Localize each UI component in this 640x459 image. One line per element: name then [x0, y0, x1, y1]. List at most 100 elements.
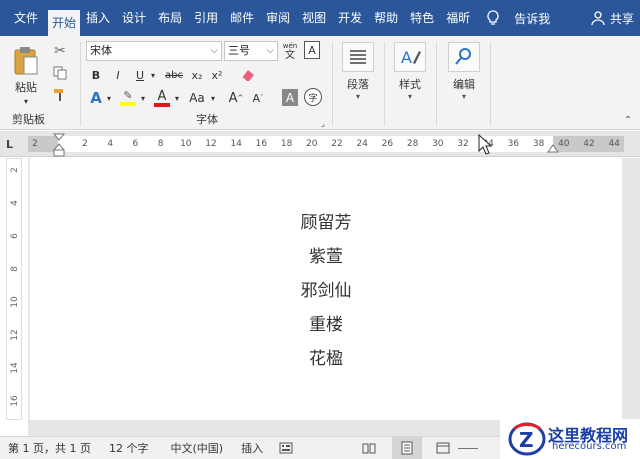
format-painter-button[interactable] — [50, 86, 70, 104]
chevron-down-icon: ▾ — [355, 92, 360, 101]
tab-view[interactable]: 视图 — [296, 0, 332, 36]
ruler-number: 28 — [406, 139, 419, 149]
strikethrough-button[interactable]: abc — [162, 66, 186, 84]
text-effects-icon: A — [90, 89, 102, 107]
char-border-button[interactable]: A — [304, 41, 320, 59]
tab-design[interactable]: 设计 — [116, 0, 152, 36]
document-line[interactable]: 邪剑仙 — [30, 276, 622, 301]
tab-selector-icon[interactable]: L — [6, 138, 18, 151]
paragraph-button[interactable]: 段落 ▾ — [334, 38, 382, 114]
group-divider — [384, 42, 385, 126]
tab-help[interactable]: 帮助 — [368, 0, 404, 36]
font-size-select[interactable]: 三号 ⌵ — [224, 41, 278, 61]
tab-references[interactable]: 引用 — [188, 0, 224, 36]
chevron-down-icon: ▾ — [407, 92, 412, 101]
enclose-char-button[interactable]: 字 — [304, 88, 322, 106]
text-effects-button[interactable]: A — [88, 88, 104, 108]
person-icon — [591, 11, 605, 26]
web-layout-icon[interactable] — [436, 441, 450, 455]
site-url: herecours.com — [552, 441, 627, 452]
paste-button[interactable]: 粘贴 ▾ — [8, 42, 44, 108]
right-indent-marker-icon[interactable] — [547, 143, 559, 153]
share-button[interactable]: 共享 — [590, 10, 640, 27]
site-watermark: Z 这里教程网 herecours.com — [500, 419, 640, 459]
ruler-number: 32 — [457, 139, 469, 149]
tell-me-box[interactable]: 告诉我 — [486, 0, 550, 36]
ruler-number: 42 — [583, 139, 595, 149]
chevron-down-icon[interactable]: ▾ — [148, 66, 158, 84]
tab-home[interactable]: 开始 — [48, 10, 81, 36]
site-logo-icon: Z — [508, 422, 546, 456]
char-shading-button[interactable]: A — [282, 89, 298, 106]
shrink-font-glyph: A — [252, 91, 261, 105]
group-divider — [332, 42, 333, 126]
copy-icon — [53, 66, 67, 80]
indent-marker-icon[interactable] — [52, 131, 66, 157]
char-shading-glyph: A — [285, 90, 295, 105]
tab-review[interactable]: 审阅 — [260, 0, 296, 36]
document-line[interactable]: 顾留芳 — [30, 208, 622, 233]
highlight-color-button[interactable]: ✎ — [118, 88, 138, 108]
editing-icon-box — [448, 42, 480, 72]
tab-foxit[interactable]: 福昕 — [440, 0, 476, 36]
change-case-button[interactable]: Aa — [186, 88, 208, 108]
grow-font-glyph: A — [228, 90, 238, 106]
ruler-number: 26 — [381, 139, 394, 149]
document-line[interactable]: 花楹 — [30, 344, 622, 369]
shrink-font-button[interactable]: Aˇ — [250, 88, 266, 108]
grow-font-button[interactable]: A ^ — [228, 88, 244, 108]
ruler-number: 20 — [306, 139, 318, 149]
vertical-ruler-number: 14 — [10, 362, 20, 374]
chevron-down-icon[interactable]: ▾ — [208, 88, 218, 108]
chevron-down-icon[interactable]: ▾ — [172, 88, 182, 108]
document-line[interactable]: 紫萱 — [30, 242, 622, 267]
subscript-button[interactable]: x₂ — [188, 66, 206, 84]
underline-button[interactable]: U — [132, 66, 148, 84]
ruler-number: 18 — [280, 139, 293, 149]
font-name-select[interactable]: 宋体 ⌵ — [86, 41, 222, 61]
bold-button[interactable]: B — [88, 66, 104, 84]
font-color-button[interactable]: A — [152, 88, 172, 108]
chevron-down-icon[interactable]: ▾ — [104, 88, 114, 108]
dialog-launcher-icon[interactable]: ⌟ — [318, 118, 328, 128]
group-divider — [80, 42, 81, 126]
document-line[interactable]: 重楼 — [30, 310, 622, 335]
insert-mode[interactable]: 插入 — [241, 440, 263, 456]
align-lines-icon — [350, 50, 366, 64]
search-icon — [455, 48, 471, 65]
zoom-slider-track[interactable] — [458, 448, 478, 449]
copy-button[interactable] — [50, 64, 70, 82]
chevron-down-icon[interactable]: ▾ — [138, 88, 148, 108]
ruler-number: 12 — [205, 139, 217, 149]
styles-button[interactable]: A 样式 ▾ — [386, 38, 434, 114]
clipboard-icon — [14, 46, 38, 74]
tab-special[interactable]: 特色 — [404, 0, 440, 36]
read-mode-icon[interactable] — [362, 441, 376, 455]
cut-button[interactable]: ✂ — [50, 42, 70, 60]
collapse-ribbon-icon[interactable]: ⌃ — [622, 115, 634, 126]
superscript-button[interactable]: x² — [208, 66, 226, 84]
macro-record-icon[interactable] — [279, 441, 293, 455]
tab-file[interactable]: 文件 — [0, 0, 48, 36]
lightbulb-icon — [487, 10, 499, 25]
editing-button[interactable]: 编辑 ▾ — [440, 38, 488, 114]
page-count[interactable]: 第 1 页，共 1 页 — [8, 440, 91, 456]
clear-formatting-button[interactable] — [238, 65, 258, 85]
font-group-label: 字体 — [196, 113, 218, 126]
horizontal-ruler[interactable]: L 22468101214161820222426283032343638404… — [0, 131, 640, 157]
tab-developer[interactable]: 开发 — [332, 0, 368, 36]
phonetic-guide-button[interactable]: wén 文 — [280, 40, 300, 62]
vertical-ruler[interactable]: 2 4 6 8 10 12 14 16 — [6, 158, 22, 420]
clipboard-group-label: 剪贴板 — [12, 113, 45, 126]
print-layout-icon[interactable] — [400, 441, 414, 455]
tab-layout[interactable]: 布局 — [152, 0, 188, 36]
document-page[interactable]: 顾留芳 紫萱 邪剑仙 重楼 花楹 — [30, 158, 622, 420]
char-border-glyph: A — [308, 43, 316, 57]
language-indicator[interactable]: 中文(中国) — [170, 440, 223, 456]
paragraph-icon-box — [342, 42, 374, 72]
italic-button[interactable]: I — [110, 66, 126, 84]
word-count[interactable]: 12 个字 — [109, 440, 149, 456]
tab-insert[interactable]: 插入 — [80, 0, 116, 36]
tab-mailings[interactable]: 邮件 — [224, 0, 260, 36]
group-divider — [490, 42, 491, 126]
